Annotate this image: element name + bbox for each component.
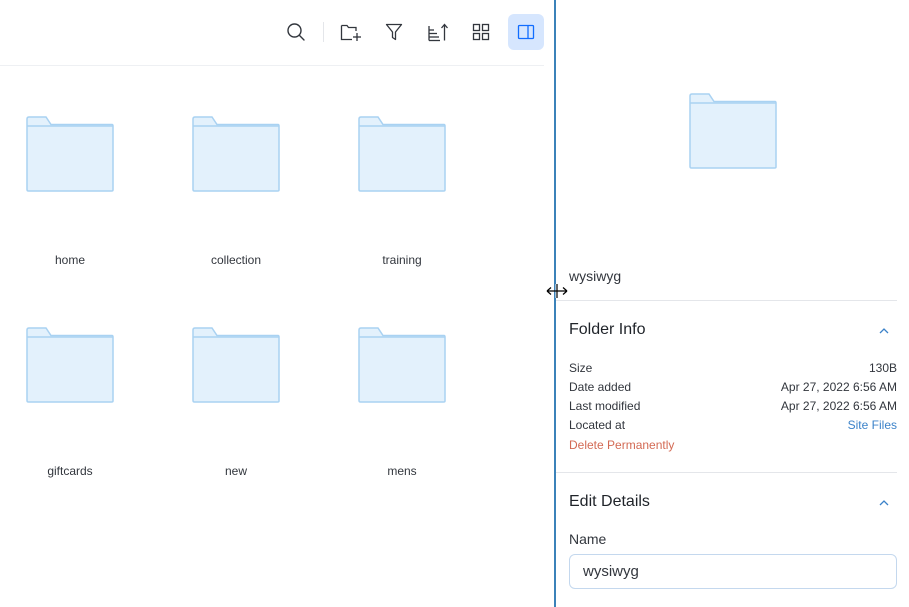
folder-icon xyxy=(192,116,280,192)
edit-details-title: Edit Details xyxy=(569,493,650,510)
folder-item-collection[interactable]: collection xyxy=(166,66,306,267)
grid-icon xyxy=(472,23,490,41)
info-row-located-at: Located at Site Files xyxy=(569,418,897,434)
folder-grid: home collection training giftcards new m… xyxy=(0,66,544,607)
divider xyxy=(556,472,897,473)
located-at-link[interactable]: Site Files xyxy=(848,418,897,432)
folder-label: training xyxy=(382,253,422,267)
info-key: Date added xyxy=(569,380,632,394)
folder-item-home[interactable]: home xyxy=(0,66,140,267)
info-value: 130B xyxy=(868,361,897,375)
folder-item-mens[interactable]: mens xyxy=(332,277,472,478)
info-key: Located at xyxy=(569,418,626,432)
divider xyxy=(556,300,897,301)
folder-info-title: Folder Info xyxy=(569,321,646,338)
details-panel: wysiwyg Folder Info Size 130B Date added… xyxy=(556,0,909,607)
folder-item-giftcards[interactable]: giftcards xyxy=(0,277,140,478)
search-icon xyxy=(287,23,305,41)
sort-button[interactable] xyxy=(420,14,456,50)
folder-preview-icon xyxy=(689,93,777,169)
folder-label: new xyxy=(224,464,247,478)
grid-view-button[interactable] xyxy=(463,14,499,50)
folder-label: giftcards xyxy=(47,464,93,478)
folder-label: mens xyxy=(387,464,417,478)
chevron-up-icon[interactable] xyxy=(878,498,890,508)
info-value: Apr 27, 2022 6:56 AM xyxy=(780,380,897,394)
toolbar xyxy=(0,0,544,66)
chevron-up-icon[interactable] xyxy=(878,326,890,336)
folder-icon xyxy=(358,327,446,403)
name-input[interactable] xyxy=(569,554,897,589)
info-value: Apr 27, 2022 6:56 AM xyxy=(780,399,897,413)
folder-label: home xyxy=(54,253,86,267)
folder-item-training[interactable]: training xyxy=(332,66,472,267)
sort-icon xyxy=(428,23,448,42)
info-key: Last modified xyxy=(569,399,641,413)
toggle-panel-button[interactable] xyxy=(508,14,544,50)
folder-icon xyxy=(358,116,446,192)
folder-add-icon xyxy=(340,24,361,41)
panel-filename: wysiwyg xyxy=(569,268,622,284)
filter-button[interactable] xyxy=(376,14,412,50)
toolbar-divider xyxy=(323,22,324,42)
folder-item-new[interactable]: new xyxy=(166,277,306,478)
folder-icon xyxy=(26,116,114,192)
folder-label: collection xyxy=(210,253,262,267)
filter-icon xyxy=(385,23,403,41)
info-key: Size xyxy=(569,361,593,375)
info-row-date-added: Date added Apr 27, 2022 6:56 AM xyxy=(569,380,897,396)
delete-permanently-link[interactable]: Delete Permanently xyxy=(569,438,674,452)
side-panel-icon xyxy=(517,24,535,40)
folder-icon xyxy=(192,327,280,403)
name-field-label: Name xyxy=(569,531,607,547)
search-button[interactable] xyxy=(278,14,314,50)
new-folder-button[interactable] xyxy=(333,14,369,50)
info-row-size: Size 130B xyxy=(569,361,897,377)
info-row-last-modified: Last modified Apr 27, 2022 6:56 AM xyxy=(569,399,897,415)
folder-icon xyxy=(26,327,114,403)
